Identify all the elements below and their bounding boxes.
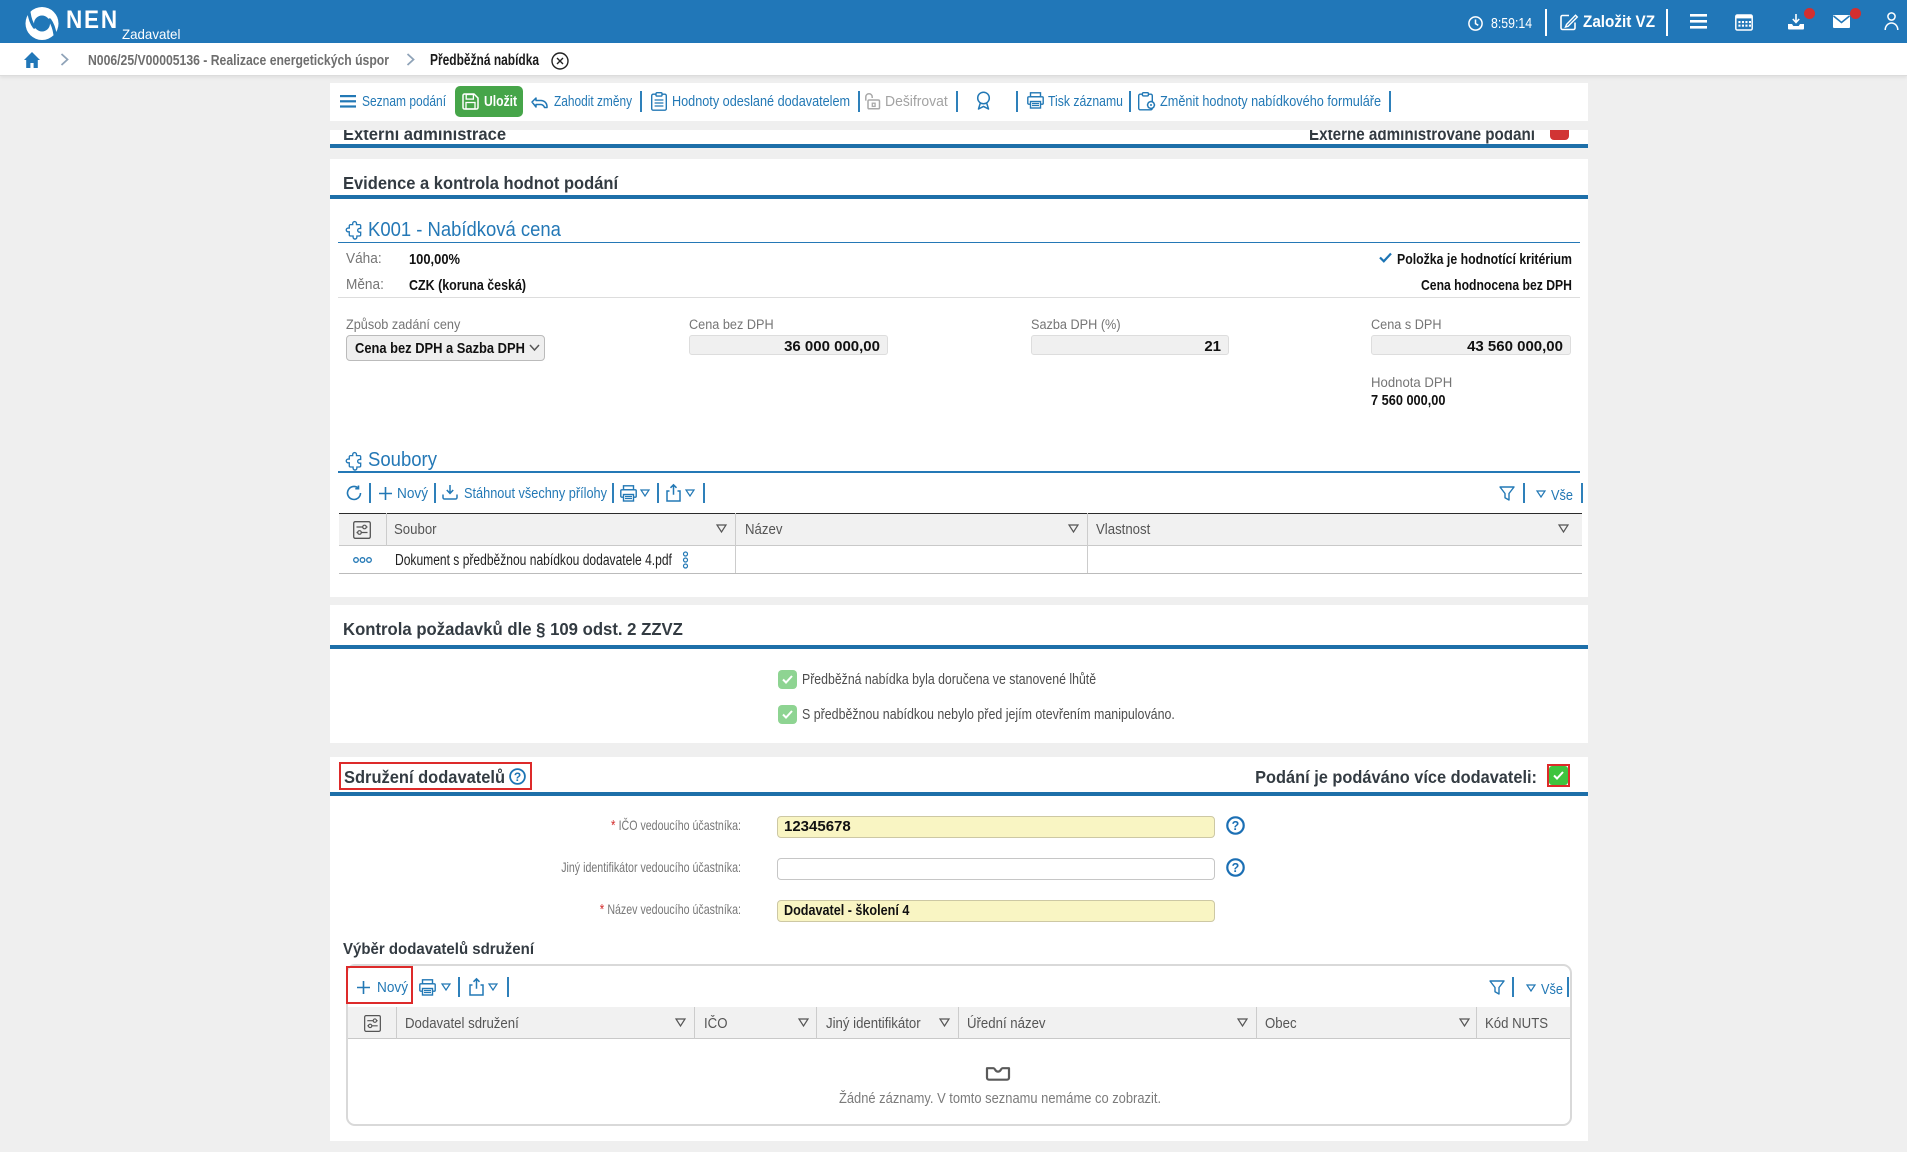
svg-text:?: ? — [1232, 819, 1240, 833]
svg-text:?: ? — [1232, 861, 1240, 875]
svg-text:?: ? — [514, 770, 521, 784]
